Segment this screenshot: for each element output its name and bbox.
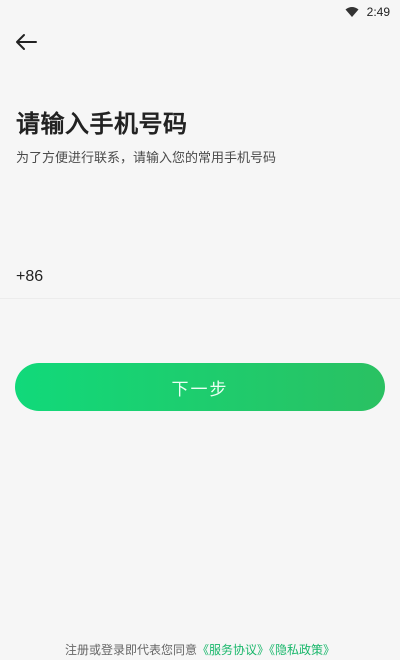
status-time: 2:49 — [366, 5, 390, 19]
privacy-policy-link[interactable]: 《隐私政策》 — [269, 643, 335, 657]
agreement-prefix: 注册或登录即代表您同意 — [64, 643, 197, 657]
page-subtitle: 为了方便进行联系，请输入您的常用手机号码 — [16, 151, 277, 166]
wifi-icon — [345, 6, 359, 18]
service-agreement-link[interactable]: 《服务协议》 — [197, 643, 269, 657]
phone-field: +86 — [0, 254, 400, 299]
phone-number-input[interactable] — [53, 254, 400, 299]
country-code-selector[interactable]: +86 — [16, 268, 43, 286]
arrow-left-icon — [15, 33, 37, 55]
next-button[interactable]: 下一步 — [15, 363, 385, 411]
page-title: 请输入手机号码 — [16, 110, 188, 138]
agreement-footer: 注册或登录即代表您同意《服务协议》《隐私政策》 — [0, 641, 400, 658]
back-button[interactable] — [12, 30, 40, 58]
status-bar: 2:49 — [0, 0, 400, 24]
